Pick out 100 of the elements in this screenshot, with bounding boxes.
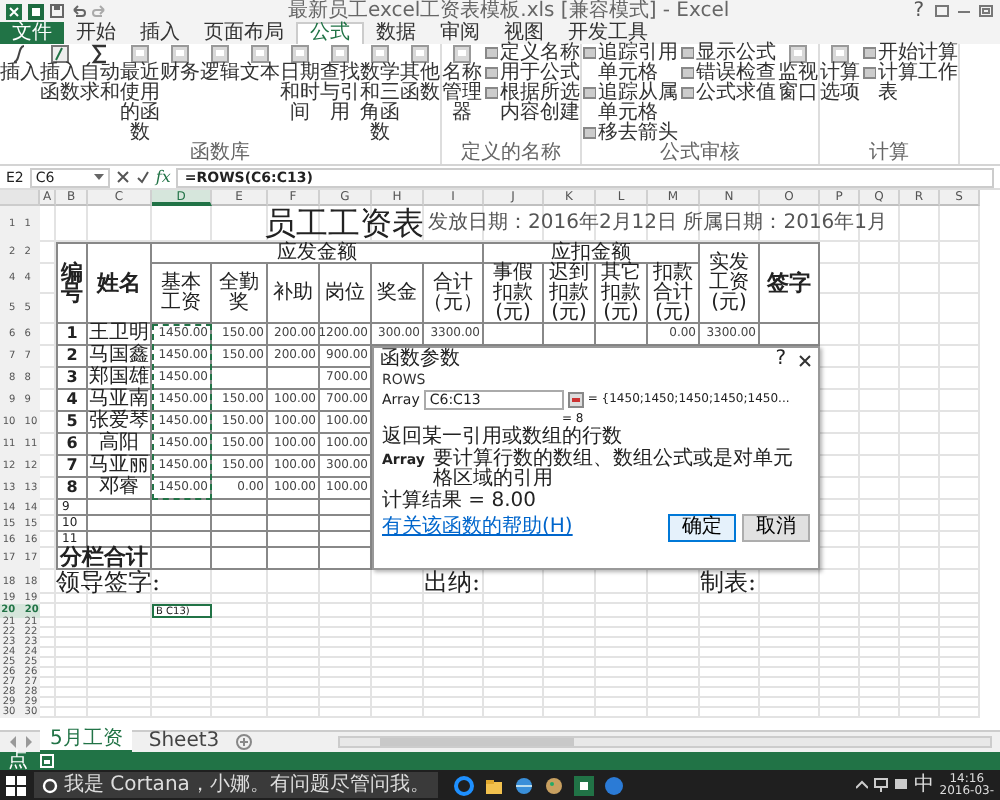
search-field[interactable]: 我是 Cortana，小娜。有问题尽管问我。: [34, 772, 438, 798]
network-icon[interactable]: [873, 778, 888, 792]
table-cell: [268, 368, 320, 390]
header-cell: 编号: [56, 242, 88, 324]
horizontal-scrollbar[interactable]: [337, 736, 992, 748]
ribbon-button[interactable]: 日期和时间: [280, 44, 320, 124]
ribbon-tab[interactable]: 页面布局: [192, 22, 296, 44]
ribbon-button[interactable]: 显示公式: [680, 44, 776, 64]
table-cell: 郑国雄: [88, 368, 152, 390]
close-icon[interactable]: [798, 353, 812, 367]
palette-icon[interactable]: [543, 775, 564, 795]
help-button[interactable]: ?: [775, 350, 786, 370]
table-cell: 6: [56, 434, 88, 456]
result-text: 计算结果 = 8.00: [382, 492, 539, 512]
header-cell: 合计（元）: [424, 264, 484, 324]
ribbon-tab[interactable]: 公式: [296, 22, 364, 44]
insert-function-button[interactable]: fx: [155, 168, 171, 186]
ribbon-button[interactable]: 公式求值: [680, 84, 776, 104]
ribbon-button[interactable]: 用于公式: [484, 64, 580, 84]
header-cell: 应发金额: [152, 242, 484, 264]
ribbon-button[interactable]: 插入: [0, 44, 40, 84]
windows-start-icon[interactable]: [6, 775, 26, 795]
chevron-up-icon[interactable]: [855, 780, 868, 790]
spreadsheet-logo-icon[interactable]: [6, 3, 22, 19]
globe-icon[interactable]: [513, 775, 534, 795]
undo-icon[interactable]: [70, 4, 86, 18]
cancel-icon[interactable]: [115, 170, 130, 184]
header-cell: 签字: [760, 242, 820, 324]
ribbon-button[interactable]: 数学和三角函数: [360, 44, 400, 144]
header-cell: 迟到扣款(元): [544, 264, 596, 324]
date-note: 发放日期：2016年2月12日 所属日期：2016年1月: [426, 209, 890, 238]
header-cell: 其它扣款(元): [596, 264, 648, 324]
table-cell: 5: [56, 412, 88, 434]
folder-icon[interactable]: [483, 775, 504, 795]
ribbon-button[interactable]: 根据所选内容创建: [484, 84, 580, 124]
ribbon-tab[interactable]: 插入: [128, 22, 192, 44]
ribbon-tab[interactable]: 视图: [492, 22, 556, 44]
table-cell: 4: [56, 390, 88, 412]
ribbon-button[interactable]: 监视窗口: [778, 44, 818, 104]
macro-record-icon[interactable]: [40, 754, 54, 768]
group-label: 定义的名称: [459, 144, 563, 164]
ribbon-button[interactable]: 定义名称: [484, 44, 580, 64]
table-cell: [152, 548, 212, 570]
sheet-tab[interactable]: Sheet3: [138, 732, 230, 752]
caret-icon: [93, 173, 104, 181]
sheet-tab[interactable]: 5月工资: [40, 730, 133, 754]
ribbon-button[interactable]: 自动求和: [80, 44, 120, 104]
signature-label: 出纳:: [424, 570, 483, 594]
help-button[interactable]: ?: [909, 0, 928, 22]
table-cell: 高阳: [88, 434, 152, 456]
ribbon-button[interactable]: 其他函数: [400, 44, 440, 104]
header-cell: 事假扣款(元): [484, 264, 544, 324]
header-cell: 实发工资(元): [700, 242, 760, 324]
ribbon-button[interactable]: 最近使用的函数: [120, 44, 160, 144]
function-description: 返回某一引用或数组的行数: [382, 428, 624, 448]
add-sheet-icon[interactable]: [235, 734, 252, 750]
ribbon-button[interactable]: 插入函数: [40, 44, 80, 104]
header-cell: 全勤奖: [212, 264, 268, 324]
ribbon-button[interactable]: 错误检查: [680, 64, 776, 84]
table-cell: 王卫明: [88, 324, 152, 346]
ribbon-tab[interactable]: 数据: [364, 22, 428, 44]
ribbon-tab[interactable]: 开发工具: [556, 22, 660, 44]
ribbon-button[interactable]: 逻辑: [200, 44, 240, 84]
ribbon-button[interactable]: 开始计算: [862, 44, 958, 64]
ok-button[interactable]: 确定: [668, 514, 736, 542]
input-method[interactable]: 中: [913, 774, 934, 796]
ribbon-button[interactable]: 财务: [160, 44, 200, 84]
file-tab[interactable]: 文件: [0, 22, 64, 44]
cancel-button[interactable]: 取消: [742, 514, 810, 542]
curve-icon: [10, 44, 30, 64]
header-cell: 扣款合计(元): [648, 264, 700, 324]
ribbon-tab[interactable]: 审阅: [428, 22, 492, 44]
save-icon[interactable]: [50, 4, 64, 18]
group-label: 函数库: [188, 144, 252, 164]
spreadsheet-logo-icon[interactable]: [28, 3, 44, 19]
table-cell: [212, 368, 268, 390]
table-cell: 1: [56, 324, 88, 346]
ribbon-button[interactable]: 追踪引用单元格: [582, 44, 678, 84]
total-label: 分栏合计: [56, 548, 152, 570]
ribbon-tab[interactable]: 开始: [64, 22, 128, 44]
table-cell: 马国鑫: [88, 346, 152, 368]
help-icon[interactable]: [603, 775, 624, 795]
ribbon-button[interactable]: 计算选项: [820, 44, 860, 104]
collapse-icon[interactable]: [567, 392, 584, 408]
ribbon-button[interactable]: 名称管理器: [442, 44, 482, 124]
restore-icon[interactable]: [934, 4, 950, 18]
browser-icon[interactable]: [453, 775, 474, 795]
table-cell: [212, 548, 268, 570]
maximize-icon[interactable]: [978, 4, 994, 18]
message-icon[interactable]: [893, 778, 908, 792]
ribbon-button[interactable]: 计算工作表: [862, 64, 958, 104]
check-icon[interactable]: [135, 170, 150, 184]
help-link[interactable]: 有关该函数的帮助(H): [382, 518, 662, 538]
ribbon-button[interactable]: 追踪从属单元格: [582, 84, 678, 124]
spreadsheet-app-icon[interactable]: [573, 775, 594, 795]
header-cell: 姓名: [88, 242, 152, 324]
ribbon-button[interactable]: 查找与引用: [320, 44, 360, 124]
signature-label: 领导签字:: [56, 570, 163, 594]
ribbon-button[interactable]: 移去箭头: [582, 124, 678, 144]
ribbon-button[interactable]: 文本: [240, 44, 280, 84]
